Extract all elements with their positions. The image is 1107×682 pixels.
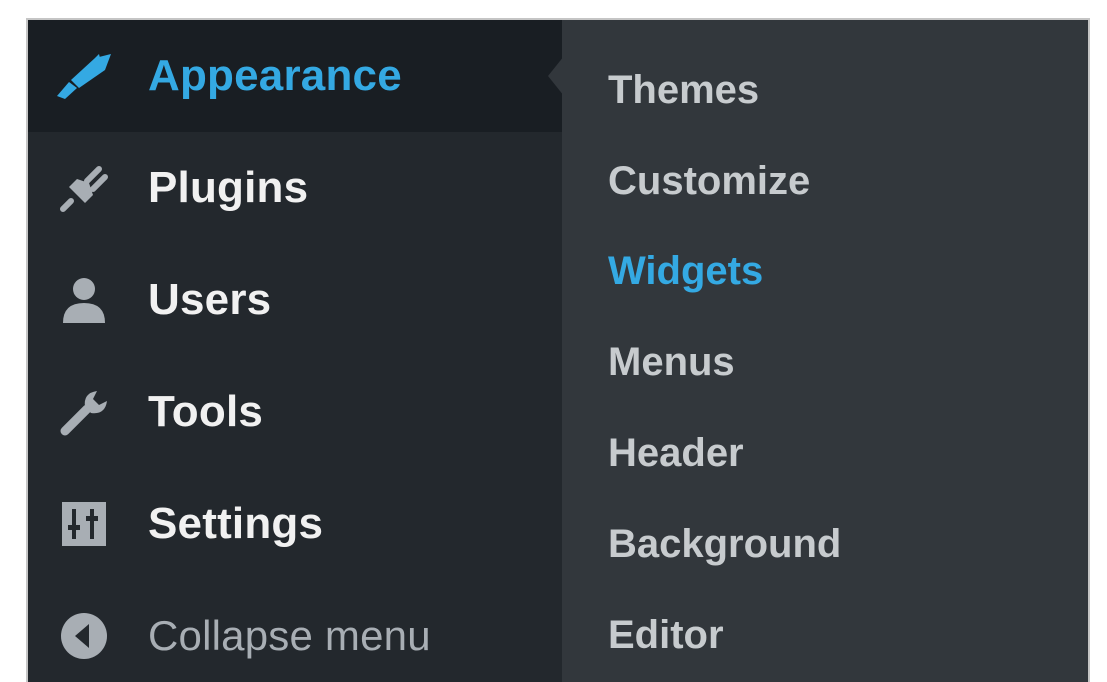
- plug-icon: [54, 158, 114, 218]
- submenu-item-editor[interactable]: Editor: [608, 613, 724, 658]
- sidebar-item-label: Tools: [148, 387, 264, 436]
- appearance-submenu: Themes Customize Widgets Menus Header Ba…: [562, 20, 1088, 682]
- paintbrush-icon: [54, 46, 114, 106]
- sidebar-item-label: Plugins: [148, 163, 309, 212]
- sidebar-item-tools[interactable]: Tools: [28, 356, 562, 468]
- submenu-item-background[interactable]: Background: [608, 522, 841, 567]
- sidebar-item-label: Appearance: [148, 51, 402, 100]
- collapse-arrow-icon: [54, 606, 114, 666]
- sidebar-item-label: Settings: [148, 499, 324, 548]
- submenu-item-widgets[interactable]: Widgets: [608, 249, 763, 294]
- admin-sidebar: Appearance Plugins Users Tools Settings …: [28, 20, 564, 682]
- wrench-icon: [54, 382, 114, 442]
- submenu-item-menus[interactable]: Menus: [608, 340, 735, 385]
- sidebar-item-label: Users: [148, 275, 272, 324]
- sliders-icon: [54, 494, 114, 554]
- admin-menu-frame: Appearance Plugins Users Tools Settings …: [26, 18, 1090, 682]
- sidebar-item-users[interactable]: Users: [28, 244, 562, 356]
- sidebar-item-appearance[interactable]: Appearance: [28, 20, 564, 132]
- sidebar-item-plugins[interactable]: Plugins: [28, 132, 562, 244]
- sidebar-item-settings[interactable]: Settings: [28, 468, 562, 580]
- submenu-item-customize[interactable]: Customize: [608, 159, 810, 204]
- collapse-menu-label: Collapse menu: [148, 612, 431, 659]
- submenu-item-themes[interactable]: Themes: [608, 68, 759, 113]
- submenu-item-header[interactable]: Header: [608, 431, 744, 476]
- user-icon: [54, 270, 114, 330]
- collapse-menu-button[interactable]: Collapse menu: [28, 580, 562, 682]
